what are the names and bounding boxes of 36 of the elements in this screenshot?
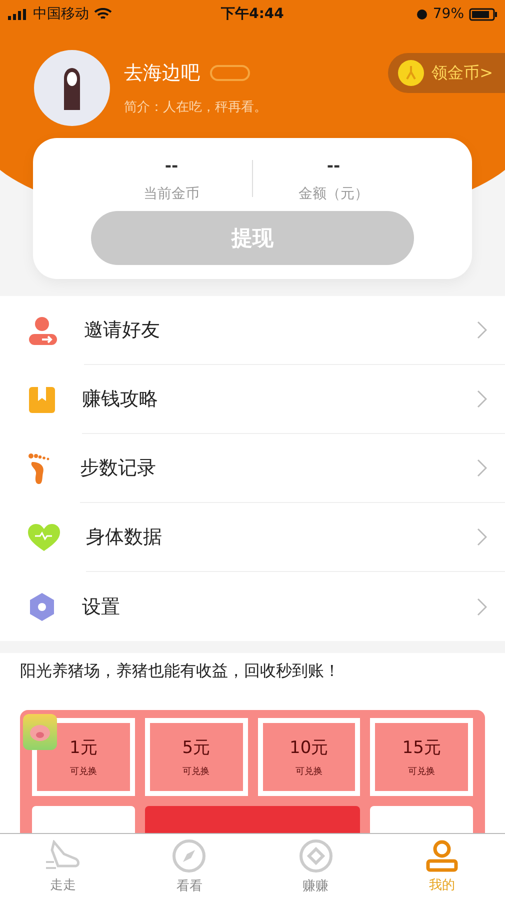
tab[interactable]: 走走 — [0, 834, 126, 900]
menu-item[interactable]: 赚钱攻略 — [0, 365, 505, 434]
coupon-note: 可兑换 — [408, 766, 436, 778]
coupon-amount: 5元 — [182, 737, 210, 759]
status-time: 下午4:44 — [221, 5, 284, 23]
stat-value: -- — [326, 156, 340, 175]
coupon[interactable]: 5元 可兑换 — [144, 718, 248, 796]
menu-label: 设置 — [82, 594, 120, 620]
menu-label: 身体数据 — [86, 525, 162, 550]
stat-label: 当前金币 — [144, 185, 200, 203]
menu-label: 邀请好友 — [84, 318, 160, 343]
stat-label: 金额（元） — [298, 185, 368, 203]
menu-item[interactable]: 邀请好友 — [0, 296, 505, 365]
tab[interactable]: 看看 — [126, 834, 252, 900]
coupon-note: 可兑换 — [295, 766, 322, 778]
coupon-note: 可兑换 — [182, 766, 210, 778]
coupon[interactable]: 15元 可兑换 — [370, 718, 473, 796]
menu-item[interactable]: 身体数据 — [0, 503, 505, 572]
battery-percent: 79% — [432, 6, 464, 22]
stat-value: -- — [164, 156, 178, 175]
coupon-note: 可兑换 — [70, 766, 97, 778]
menu-item[interactable]: 步数记录 — [0, 434, 505, 503]
menu-label: 步数记录 — [80, 456, 156, 481]
user-bio: 简介：人在吃，秤再看。 — [124, 99, 268, 116]
claim-coins-button[interactable]: 领金币> — [388, 53, 505, 93]
menu-item[interactable]: 设置 — [0, 572, 505, 641]
promo-headline: 阳光养猪场，养猪也能有收益，回收秒到账！ — [20, 661, 340, 680]
coupon-amount: 15元 — [402, 737, 441, 759]
menu-label: 赚钱攻略 — [82, 387, 158, 412]
carrier-name: 中国移动 — [33, 5, 89, 23]
coupon-amount: 1元 — [69, 737, 98, 759]
tab[interactable]: 赚赚 — [252, 834, 379, 900]
coupon[interactable]: 10元 可兑换 — [258, 718, 360, 796]
coupon-amount: 10元 — [290, 737, 328, 759]
user-name: 去海边吧 — [124, 61, 200, 86]
coupon[interactable]: 1元 可兑换 — [32, 718, 135, 796]
